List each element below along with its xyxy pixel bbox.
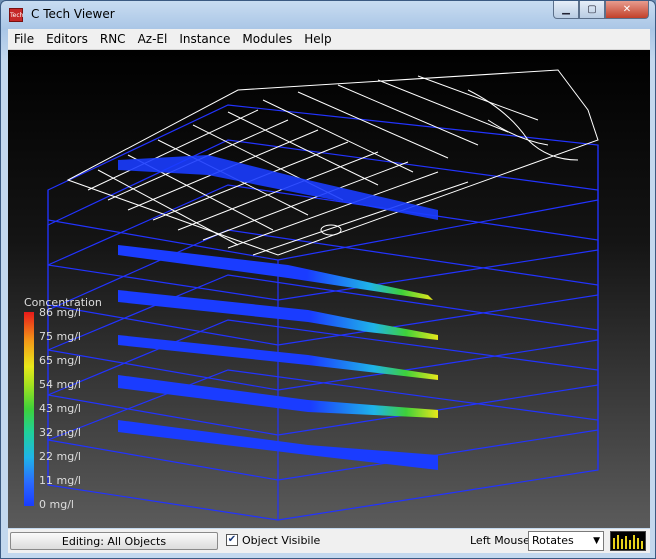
editing-objects-button[interactable]: Editing: All Objects xyxy=(10,532,218,550)
window-title: C Tech Viewer xyxy=(31,7,115,21)
menu-file[interactable]: File xyxy=(8,32,40,46)
menu-bar: File Editors RNC Az-El Instance Modules … xyxy=(8,29,650,50)
title-bar[interactable]: Tech C Tech Viewer ▁ ▢ ✕ xyxy=(1,1,655,29)
legend-tick: 22 mg/l xyxy=(39,450,81,463)
menu-rnc[interactable]: RNC xyxy=(94,32,132,46)
3d-viewport[interactable]: Concentration 86 mg/l 75 mg/l 65 mg/l 54… xyxy=(8,50,650,528)
close-button[interactable]: ✕ xyxy=(605,1,649,19)
legend-tick: 65 mg/l xyxy=(39,354,81,367)
legend-tick: 43 mg/l xyxy=(39,402,81,415)
minimize-icon: ▁ xyxy=(562,4,570,15)
ctech-icon: Tech xyxy=(9,8,23,22)
legend-tick: 32 mg/l xyxy=(39,426,81,439)
menu-az-el[interactable]: Az-El xyxy=(132,32,174,46)
checkmark-icon: ✔ xyxy=(227,534,237,545)
menu-help[interactable]: Help xyxy=(298,32,337,46)
minimize-button[interactable]: ▁ xyxy=(553,1,579,19)
close-icon: ✕ xyxy=(622,4,632,15)
legend-colorbar xyxy=(24,312,34,506)
object-visible-checkbox[interactable]: ✔ xyxy=(226,534,238,546)
status-bar: Editing: All Objects ✔ Object Visibile L… xyxy=(8,529,650,553)
legend-tick: 0 mg/l xyxy=(39,498,74,511)
app-window: Tech C Tech Viewer ▁ ▢ ✕ File Editors RN… xyxy=(0,0,656,559)
legend-tick: 75 mg/l xyxy=(39,330,81,343)
menu-editors[interactable]: Editors xyxy=(40,32,94,46)
concentration-legend: Concentration 86 mg/l 75 mg/l 65 mg/l 54… xyxy=(24,296,134,516)
meter-bars-icon xyxy=(613,535,643,549)
left-mouse-label: Left Mouse xyxy=(470,534,530,547)
maximize-icon: ▢ xyxy=(587,4,597,15)
maximize-button[interactable]: ▢ xyxy=(579,1,605,19)
window-controls: ▁ ▢ ✕ xyxy=(553,1,649,21)
legend-tick: 86 mg/l xyxy=(39,306,81,319)
menu-instance[interactable]: Instance xyxy=(173,32,236,46)
object-visible-label: Object Visibile xyxy=(242,534,321,547)
legend-tick: 11 mg/l xyxy=(39,474,81,487)
dropdown-arrow-icon: ▼ xyxy=(593,536,600,546)
left-mouse-mode-select[interactable]: Rotates ▼ xyxy=(528,531,604,551)
legend-tick: 54 mg/l xyxy=(39,378,81,391)
menu-modules[interactable]: Modules xyxy=(236,32,298,46)
left-mouse-mode-value: Rotates xyxy=(532,534,574,547)
activity-meter xyxy=(610,531,646,551)
